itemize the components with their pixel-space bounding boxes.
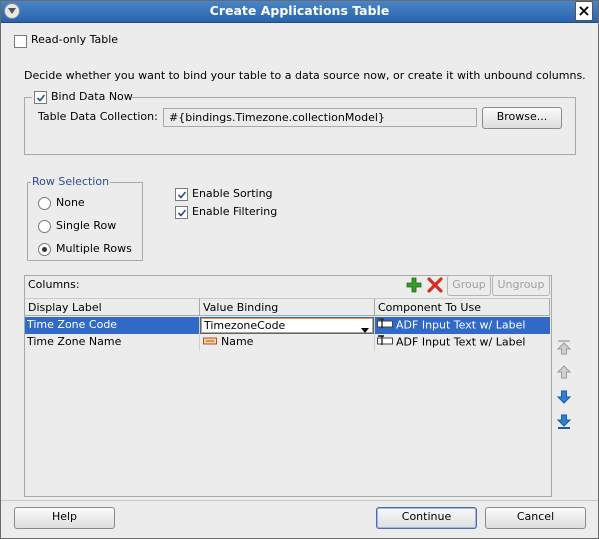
- radio-none-label: None: [56, 196, 85, 209]
- header-display-label[interactable]: Display Label: [25, 298, 200, 316]
- bind-data-label: Bind Data Now: [51, 90, 133, 103]
- enable-sorting-label: Enable Sorting: [192, 187, 273, 200]
- radio-single-row-label: Single Row: [56, 219, 117, 232]
- table-data-collection-field[interactable]: #{bindings.Timezone.collectionModel}: [163, 108, 477, 127]
- close-icon[interactable]: ×: [575, 1, 593, 21]
- radio-multiple-rows[interactable]: [38, 243, 51, 256]
- continue-button[interactable]: Continue: [376, 507, 477, 529]
- row-component[interactable]: ADF Input Text w/ Label: [375, 334, 549, 351]
- attribute-icon: [203, 334, 217, 350]
- columns-label: Columns:: [28, 278, 80, 291]
- browse-button[interactable]: Browse...: [482, 107, 562, 129]
- bind-data-checkbox[interactable]: [34, 91, 47, 104]
- check-icon: [177, 190, 186, 199]
- enable-sorting-checkbox[interactable]: [175, 188, 188, 201]
- description-text: Decide whether you want to bind your tab…: [24, 69, 586, 82]
- row-display-label: Time Zone Name: [27, 335, 122, 348]
- row-value-binding[interactable]: Name: [201, 334, 375, 351]
- header-value-binding[interactable]: Value Binding: [200, 298, 375, 316]
- table-data-collection-label: Table Data Collection:: [38, 110, 158, 123]
- radio-single-row[interactable]: [38, 220, 51, 233]
- help-button[interactable]: Help: [14, 507, 115, 529]
- check-icon: [36, 93, 45, 102]
- value-binding-selected: TimezoneCode: [204, 319, 286, 332]
- readonly-label: Read-only Table: [31, 33, 119, 46]
- move-down-icon[interactable]: [556, 389, 572, 405]
- add-icon[interactable]: [406, 277, 422, 293]
- row-display-label: Time Zone Code: [27, 318, 118, 331]
- delete-icon[interactable]: [427, 277, 443, 293]
- ungroup-button[interactable]: Ungroup: [492, 275, 550, 296]
- window-title: Create Applications Table: [209, 3, 390, 18]
- readonly-checkbox[interactable]: [14, 35, 27, 48]
- enable-filtering-checkbox[interactable]: [175, 206, 188, 219]
- move-up-icon[interactable]: [556, 364, 572, 380]
- radio-none[interactable]: [38, 197, 51, 210]
- header-component-to-use[interactable]: Component To Use: [375, 298, 550, 316]
- table-row[interactable]: Time Zone Code TimezoneCode ADF Input Te…: [25, 317, 550, 334]
- group-button[interactable]: Group: [447, 275, 491, 296]
- value-binding-dropdown[interactable]: TimezoneCode: [201, 318, 373, 333]
- table-row[interactable]: Time Zone Name Name ADF Input Text w/ La…: [25, 334, 550, 351]
- radio-multiple-rows-label: Multiple Rows: [56, 242, 132, 255]
- check-icon: [177, 208, 186, 217]
- input-text-component-icon: [377, 334, 393, 351]
- row-component[interactable]: ADF Input Text w/ Label: [375, 317, 549, 334]
- cancel-button[interactable]: Cancel: [485, 507, 586, 529]
- row-selection-legend: Row Selection: [31, 175, 111, 188]
- move-to-top-icon[interactable]: [556, 339, 572, 355]
- input-text-component-icon: [377, 317, 393, 334]
- enable-filtering-label: Enable Filtering: [192, 205, 278, 218]
- move-to-bottom-icon[interactable]: [556, 414, 572, 430]
- title-bar: Create Applications Table ×: [0, 0, 599, 23]
